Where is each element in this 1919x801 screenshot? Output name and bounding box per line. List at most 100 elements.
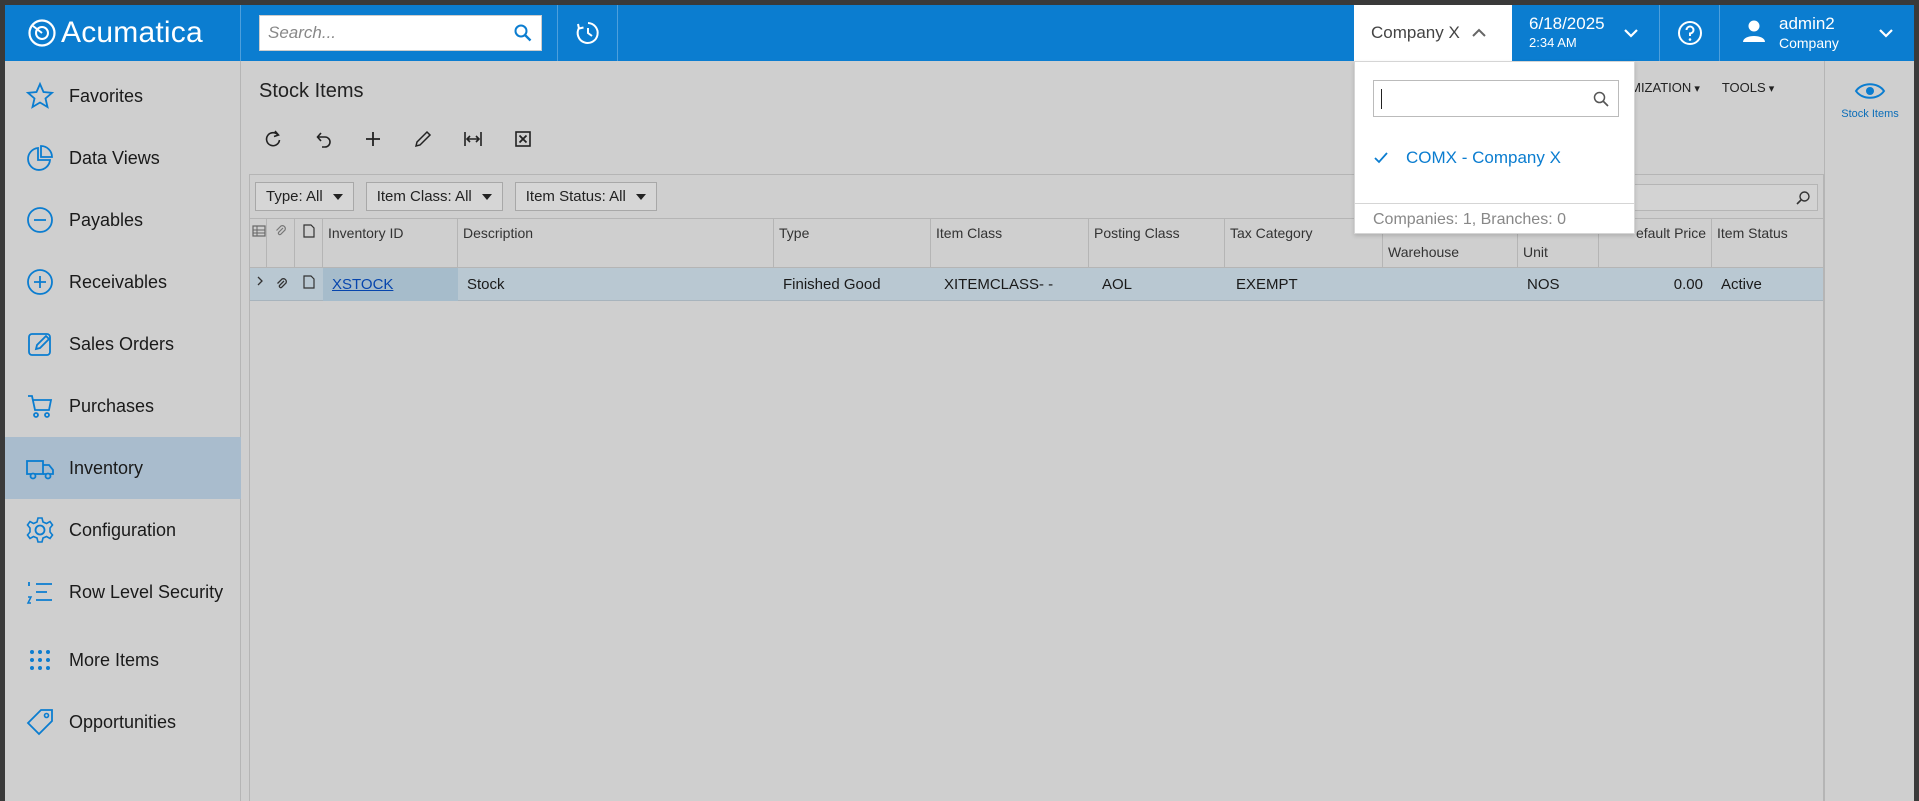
- company-dropdown: COMX - Company X Companies: 1, Branches:…: [1354, 61, 1635, 234]
- cell-item-class[interactable]: XITEMCLASS- -: [931, 268, 1089, 301]
- cell-item-status[interactable]: Active: [1712, 268, 1823, 301]
- add-button[interactable]: [359, 125, 387, 153]
- logo[interactable]: Acumatica: [5, 5, 241, 61]
- chevron-up-icon: [1472, 28, 1486, 37]
- undo-button[interactable]: [309, 125, 337, 153]
- chevron-down-icon: [1879, 29, 1893, 38]
- note-icon[interactable]: [295, 268, 323, 301]
- sidebar-item-label: Receivables: [69, 271, 168, 292]
- rail-stock-items-label[interactable]: Stock Items: [1825, 108, 1914, 120]
- col-warehouse-label: Warehouse: [1388, 244, 1460, 260]
- sidebar-item-payables[interactable]: Payables: [5, 189, 241, 251]
- edit-button[interactable]: [409, 125, 437, 153]
- eye-icon[interactable]: [1854, 81, 1886, 101]
- item-status-filter[interactable]: Item Status: All: [514, 182, 657, 211]
- company-search-input[interactable]: [1373, 80, 1619, 117]
- cell-unit[interactable]: NOS: [1518, 268, 1599, 301]
- list-icon: [26, 582, 52, 604]
- export-excel-button[interactable]: [509, 125, 537, 153]
- app-window: Acumatica Company X 6/18/2025: [5, 5, 1914, 801]
- sidebar-item-configuration[interactable]: Configuration: [5, 499, 241, 561]
- truck-icon: [26, 460, 54, 480]
- business-date: 6/18/2025: [1529, 14, 1605, 33]
- top-menus: OMIZATION TOOLS: [1620, 80, 1774, 95]
- sidebar-item-inventory[interactable]: Inventory: [5, 437, 241, 499]
- user-icon: [1741, 18, 1767, 49]
- cart-icon: [28, 395, 53, 418]
- cell-inventory-id[interactable]: XSTOCK: [323, 268, 458, 301]
- sidebar-item-more-items[interactable]: More Items: [5, 629, 241, 691]
- item-class-filter[interactable]: Item Class: All: [365, 182, 503, 211]
- sidebar-item-label: Opportunities: [69, 711, 177, 732]
- tools-menu[interactable]: TOOLS: [1722, 80, 1774, 95]
- sidebar-item-receivables[interactable]: Receivables: [5, 251, 241, 313]
- sidebar-item-label: Inventory: [69, 457, 144, 478]
- search-icon[interactable]: [513, 23, 533, 43]
- global-search[interactable]: [259, 15, 542, 51]
- table-row[interactable]: XSTOCK Stock Finished Good XITEMCLASS- -…: [250, 268, 1823, 301]
- inventory-id-link[interactable]: XSTOCK: [332, 276, 393, 293]
- col-description[interactable]: Description: [458, 219, 774, 269]
- col-inventory-id[interactable]: Inventory ID: [323, 219, 458, 269]
- row-expand-icon[interactable]: [250, 268, 267, 301]
- refresh-icon: [265, 130, 281, 147]
- toolbar: [259, 125, 537, 153]
- search-input[interactable]: [268, 23, 513, 43]
- col-unit-label: Unit: [1523, 244, 1548, 260]
- paperclip-icon[interactable]: [267, 268, 295, 301]
- user-name: admin2: [1779, 14, 1835, 33]
- sidebar-item-favorites[interactable]: Favorites: [5, 65, 241, 127]
- attachments-header: [267, 219, 295, 269]
- cell-warehouse[interactable]: [1383, 268, 1518, 301]
- cell-default-price[interactable]: 0.00: [1599, 268, 1712, 301]
- tag-icon: [26, 709, 53, 736]
- cell-tax-category[interactable]: EXEMPT: [1225, 268, 1383, 301]
- sidebar-item-purchases[interactable]: Purchases: [5, 375, 241, 437]
- search-icon: [1796, 191, 1810, 205]
- business-time: 2:34 AM: [1529, 35, 1577, 50]
- sidebar-item-label: Favorites: [69, 85, 144, 106]
- col-type[interactable]: Type: [774, 219, 931, 269]
- help-button[interactable]: [1660, 5, 1720, 61]
- user-menu[interactable]: admin2 Company: [1720, 5, 1914, 61]
- fit-width-icon: [464, 132, 482, 146]
- sidebar-item-sales-orders[interactable]: Sales Orders: [5, 313, 241, 375]
- right-rail: Stock Items: [1824, 61, 1914, 801]
- fit-columns-button[interactable]: [459, 125, 487, 153]
- recent-history-button[interactable]: [557, 5, 618, 61]
- cell-description[interactable]: Stock: [458, 268, 774, 301]
- top-bar: Acumatica Company X 6/18/2025: [5, 5, 1914, 61]
- company-label: Company X: [1371, 23, 1460, 42]
- sidebar-item-label: Sales Orders: [69, 333, 175, 354]
- company-selector[interactable]: Company X: [1354, 5, 1512, 61]
- col-item-class[interactable]: Item Class: [931, 219, 1089, 269]
- minus-circle-icon: [27, 207, 53, 233]
- col-item-status[interactable]: Item Status: [1712, 219, 1823, 269]
- gear-icon: [26, 517, 54, 543]
- edit-icon: [28, 333, 51, 356]
- help-icon: [1677, 21, 1702, 45]
- sidebar-item-opportunities[interactable]: Opportunities: [5, 691, 241, 753]
- cell-type[interactable]: Finished Good: [774, 268, 931, 301]
- company-option-comx[interactable]: COMX - Company X: [1373, 148, 1561, 168]
- sidebar-item-row-level-security[interactable]: Row Level Security: [5, 561, 241, 623]
- star-icon: [25, 81, 55, 109]
- refresh-button[interactable]: [259, 125, 287, 153]
- paperclip-icon: [276, 225, 286, 236]
- sidebar-item-label: Configuration: [69, 519, 177, 540]
- grid-dots-icon: [30, 650, 50, 670]
- user-company: Company: [1779, 35, 1839, 51]
- company-option-label: COMX - Company X: [1406, 148, 1561, 167]
- type-filter[interactable]: Type: All: [255, 182, 354, 211]
- pencil-icon: [414, 130, 432, 148]
- cell-posting-class[interactable]: AOL: [1089, 268, 1225, 301]
- row-selector-header[interactable]: [250, 219, 267, 269]
- grid-search-input[interactable]: [1608, 184, 1818, 211]
- text-caret: [1381, 89, 1382, 109]
- sidebar-item-data-views[interactable]: Data Views: [5, 127, 241, 189]
- company-count: Companies: 1, Branches: 0: [1355, 203, 1634, 234]
- sidebar-item-label: Payables: [69, 209, 144, 230]
- business-date-selector[interactable]: 6/18/2025 2:34 AM: [1512, 5, 1660, 61]
- col-posting-class[interactable]: Posting Class: [1089, 219, 1225, 269]
- plus-circle-icon: [27, 269, 53, 295]
